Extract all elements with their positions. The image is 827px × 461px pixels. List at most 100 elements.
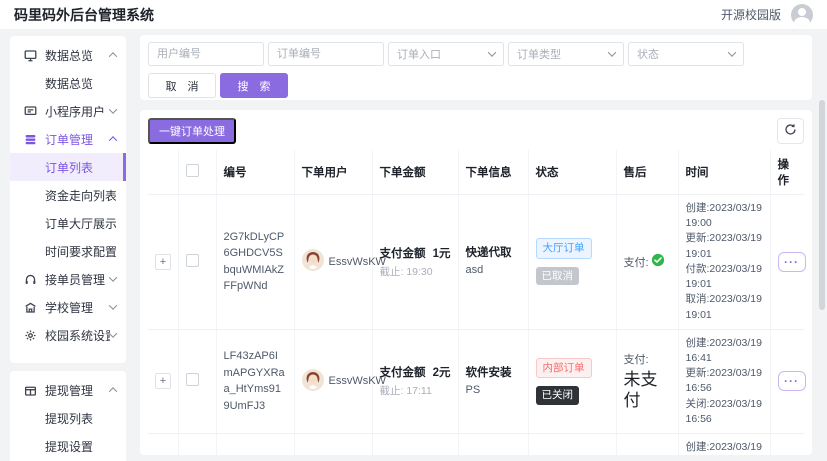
sidebar-item-data-overview[interactable]: 数据总览 — [10, 41, 126, 69]
col-header-action: 操作 — [770, 150, 804, 195]
refresh-icon — [784, 123, 797, 139]
chevron-down-icon — [109, 301, 117, 309]
deadline-text: 截止: 17:11 — [380, 383, 451, 398]
unpaid-text: 未支付 — [624, 369, 671, 412]
after-sale-label: 支付: — [624, 254, 649, 270]
row-checkbox[interactable] — [186, 373, 199, 386]
more-actions-button[interactable]: ··· — [778, 371, 806, 391]
sidebar-item-agent-management[interactable]: 接单员管理 — [10, 265, 126, 293]
order-info-desc: PS — [466, 383, 521, 399]
filter-panel: 订单入口 订单类型 状态 取 消 搜 索 — [140, 35, 812, 100]
sidebar-item-label: 数据总览 — [45, 75, 116, 92]
order-entry-select[interactable]: 订单入口 — [388, 42, 504, 66]
page-scrollbar-track[interactable] — [818, 30, 827, 461]
amount-value: 1元 — [433, 245, 451, 261]
batch-process-button[interactable]: 一键订单处理 — [148, 118, 236, 144]
edition-label: 开源校园版 — [721, 6, 781, 23]
time-line: 更新:2023/03/19 16:56 — [686, 366, 763, 396]
sidebar-item-label: 数据总览 — [45, 47, 110, 64]
sidebar-item-data-overview-sub[interactable]: 数据总览 — [10, 69, 126, 97]
order-info-desc: asd — [466, 263, 521, 279]
sidebar-item-label: 资金走向列表 — [45, 187, 116, 204]
sidebar-item-time-requirement-config[interactable]: 时间要求配置 — [10, 237, 126, 265]
withdraw-wallet-icon — [23, 383, 37, 397]
sidebar-item-label: 小程序用户 — [45, 103, 110, 120]
order-times: 创建:2023/03/19 16:41 更新:2023/03/19 16:56 … — [686, 336, 763, 427]
order-info-title: 软件安装 — [466, 364, 521, 380]
app-title: 码里码外后台管理系统 — [14, 5, 154, 25]
col-header-info: 下单信息 — [458, 150, 528, 195]
sidebar-item-withdraw-list[interactable]: 提现列表 — [10, 404, 126, 432]
page-scrollbar-thumb[interactable] — [819, 100, 825, 310]
school-building-icon — [23, 300, 37, 314]
sidebar-item-fund-flow-list[interactable]: 资金走向列表 — [10, 181, 126, 209]
chevron-up-icon — [109, 387, 117, 395]
sidebar-item-label: 校园系统设置 — [45, 327, 110, 344]
order-id: LF43zAP6ImAPGYXRaa_HtYms919UmFJ3 — [224, 348, 287, 414]
table-header-row: 编号 下单用户 下单金额 下单信息 状态 售后 时间 操作 — [148, 150, 804, 195]
status-tag-hall-order: 大厅订单 — [536, 238, 592, 259]
select-all-checkbox[interactable] — [186, 164, 199, 177]
order-id-input[interactable] — [268, 42, 384, 66]
time-line: 付款:2023/03/19 19:01 — [686, 262, 763, 292]
time-line: 创建:2023/03/19 19:00 — [686, 201, 763, 231]
order-user-name: EssvWsKW — [329, 375, 386, 387]
chevron-down-icon — [109, 329, 117, 337]
after-sale-label: 支付: — [624, 351, 649, 367]
status-tag-internal-order: 内部订单 — [536, 358, 592, 379]
chevron-down-icon — [109, 273, 117, 281]
user-avatar-icon[interactable] — [791, 4, 813, 26]
status-select-placeholder: 状态 — [637, 46, 659, 62]
table-row: + 2G7kDLyCP6GHDCV5SbquWMIAkZFFpWNd EssvW… — [148, 195, 804, 330]
time-line: 更新:2023/03/19 19:01 — [686, 231, 763, 261]
col-header-id: 编号 — [216, 150, 294, 195]
chevron-down-icon — [488, 48, 496, 56]
sidebar-item-campus-system-settings[interactable]: 校园系统设置 — [10, 321, 126, 349]
sidebar-item-label: 接单员管理 — [45, 271, 110, 288]
orders-table: 编号 下单用户 下单金额 下单信息 状态 售后 时间 操作 + 2G7kDLyC… — [148, 150, 804, 455]
col-header-after-sale: 售后 — [616, 150, 678, 195]
more-actions-button[interactable]: ··· — [778, 252, 806, 272]
sidebar-item-order-list[interactable]: 订单列表 — [10, 153, 126, 181]
order-entry-select-placeholder: 订单入口 — [397, 46, 441, 62]
amount-value: 2元 — [433, 364, 451, 380]
order-user-name: EssvWsKW — [329, 256, 386, 268]
chevron-down-icon — [109, 105, 117, 113]
sidebar-withdraw: 提现管理 提现列表 提现设置 — [10, 371, 126, 461]
order-type-select[interactable]: 订单类型 — [508, 42, 624, 66]
time-line: 创建:2023/03/19 15:59 — [686, 440, 763, 455]
sidebar-item-order-hall-display[interactable]: 订单大厅展示 — [10, 209, 126, 237]
refresh-button[interactable] — [777, 118, 804, 144]
expand-row-button[interactable]: + — [155, 373, 171, 389]
sidebar-item-label: 订单管理 — [45, 131, 110, 148]
time-line: 关闭:2023/03/19 16:56 — [686, 397, 763, 427]
sidebar-item-order-management[interactable]: 订单管理 — [10, 125, 126, 153]
chevron-up-icon — [109, 52, 117, 60]
amount-label: 支付金额 — [380, 364, 426, 380]
sidebar-item-withdraw-settings[interactable]: 提现设置 — [10, 432, 126, 460]
row-checkbox[interactable] — [186, 254, 199, 267]
order-info-title: 快递代取 — [466, 244, 521, 260]
sidebar-item-school-management[interactable]: 学校管理 — [10, 293, 126, 321]
sidebar-main: 数据总览 数据总览 小程序用户 订单管理 订单列表 资金走向列表 订单大厅展示 … — [10, 36, 126, 363]
user-avatar-icon — [302, 369, 324, 394]
user-id-input[interactable] — [148, 42, 264, 66]
sidebar-item-miniprogram-users[interactable]: 小程序用户 — [10, 97, 126, 125]
time-line: 取消:2023/03/19 19:01 — [686, 292, 763, 322]
status-tag-cancelled: 已取消 — [536, 267, 580, 286]
search-button[interactable]: 搜 索 — [220, 73, 288, 98]
chevron-up-icon — [109, 136, 117, 144]
order-table-panel: 一键订单处理 编号 下单用户 下单金额 下单信息 状态 售后 时间 操 — [140, 110, 812, 455]
chevron-down-icon — [608, 48, 616, 56]
amount-label: 支付金额 — [380, 245, 426, 261]
col-header-status: 状态 — [528, 150, 616, 195]
status-select[interactable]: 状态 — [628, 42, 744, 66]
sidebar-item-label: 提现列表 — [45, 410, 116, 427]
cancel-button[interactable]: 取 消 — [148, 73, 216, 98]
expand-row-button[interactable]: + — [155, 254, 171, 270]
col-header-time: 时间 — [678, 150, 770, 195]
orders-stack-icon — [23, 132, 37, 146]
gear-icon — [23, 328, 37, 342]
sidebar-item-label: 学校管理 — [45, 299, 110, 316]
sidebar-item-withdraw-management[interactable]: 提现管理 — [10, 376, 126, 404]
